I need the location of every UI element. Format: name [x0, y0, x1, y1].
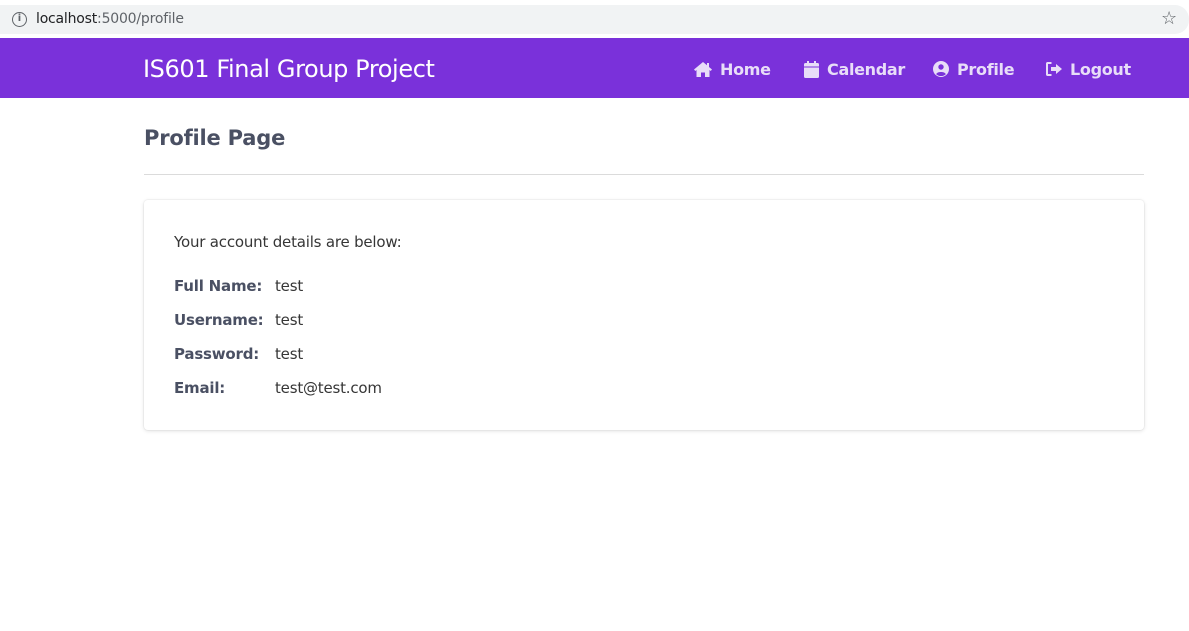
url-text[interactable]: localhost:5000/profile [36, 11, 184, 28]
url-path: :5000/profile [97, 11, 184, 27]
detail-label: Full Name: [174, 277, 263, 295]
detail-label: Password: [174, 345, 260, 363]
nav-item-label: Calendar [827, 59, 906, 79]
detail-value: test [275, 311, 304, 329]
top-navbar: IS601 Final Group Project Home Calendar … [0, 38, 1189, 98]
nav-item-label: Home [720, 59, 771, 79]
card-intro-text: Your account details are below: [174, 233, 402, 251]
omnibox[interactable]: i localhost:5000/profile ☆ [0, 5, 1189, 34]
user-circle-icon [933, 61, 949, 77]
nav-item-label: Profile [957, 59, 1015, 79]
detail-value: test [275, 345, 304, 363]
nav-item-logout[interactable]: Logout [1046, 58, 1131, 80]
nav-item-profile[interactable]: Profile [933, 58, 1015, 80]
page-title: Profile Page [144, 126, 286, 150]
home-icon [694, 61, 712, 77]
detail-label: Username: [174, 311, 264, 329]
browser-address-bar: i localhost:5000/profile ☆ [0, 0, 1189, 38]
url-host: localhost [36, 11, 98, 27]
nav-item-calendar[interactable]: Calendar [804, 58, 905, 80]
nav-item-label: Logout [1070, 59, 1131, 79]
nav-item-home[interactable]: Home [694, 58, 771, 80]
detail-value: test [275, 277, 304, 295]
account-details-card: Your account details are below: Full Nam… [144, 200, 1144, 430]
calendar-icon [804, 60, 819, 78]
detail-value: test@test.com [275, 379, 382, 397]
brand-title[interactable]: IS601 Final Group Project [143, 54, 435, 84]
sign-out-icon [1046, 62, 1062, 76]
info-icon[interactable]: i [12, 12, 27, 27]
detail-label: Email: [174, 379, 226, 397]
title-divider [144, 174, 1144, 175]
bookmark-star-icon[interactable]: ☆ [1161, 9, 1177, 29]
